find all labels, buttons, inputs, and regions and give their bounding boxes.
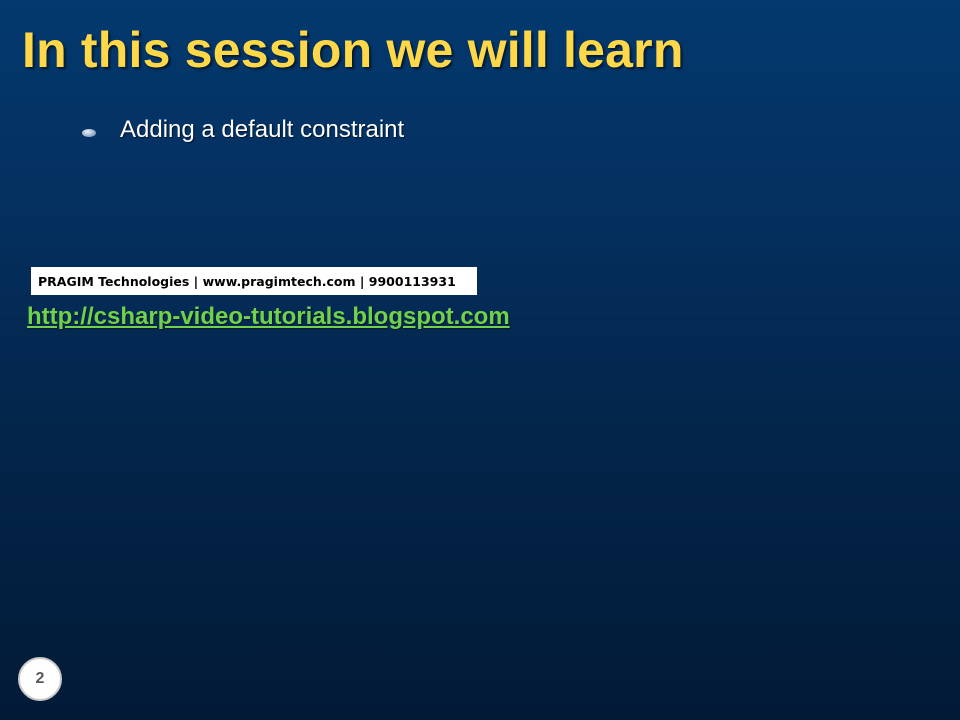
blog-link[interactable]: http://csharp-video-tutorials.blogspot.c… (27, 300, 510, 334)
page-number: 2 (35, 670, 45, 687)
company-banner-text: PRAGIM Technologies | www.pragimtech.com… (38, 273, 456, 289)
company-banner: PRAGIM Technologies | www.pragimtech.com… (31, 267, 477, 295)
presentation-slide: In this session we will learn Adding a d… (0, 0, 960, 720)
page-number-badge: 2 (18, 657, 62, 701)
slide-title: In this session we will learn (22, 22, 684, 78)
bullet-item: Adding a default constraint (82, 112, 404, 148)
bullet-list: Adding a default constraint (82, 112, 404, 148)
ellipse-bullet-icon (82, 129, 96, 137)
bullet-text: Adding a default constraint (120, 116, 405, 143)
